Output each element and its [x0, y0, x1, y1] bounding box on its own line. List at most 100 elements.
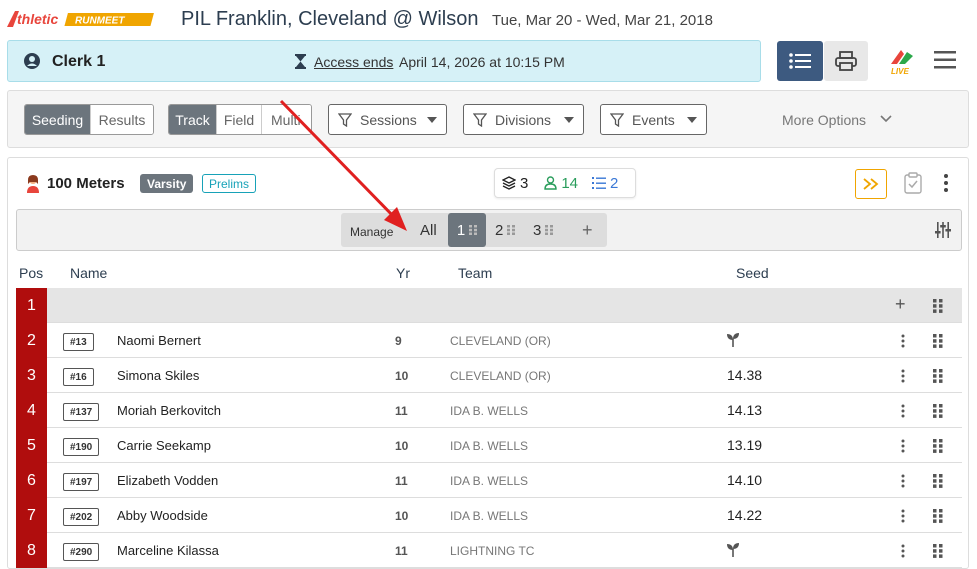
table-row[interactable]: 8 #290 Marceline Kilassa 11 LIGHTNING TC	[16, 533, 962, 568]
tab-seeding[interactable]: Seeding	[25, 105, 91, 134]
seed-mark[interactable]: 13.19	[727, 437, 762, 453]
drag-handle-icon[interactable]	[933, 474, 943, 488]
more-vertical-icon[interactable]	[901, 509, 905, 523]
fast-forward-button[interactable]	[855, 169, 887, 199]
athlete-team: IDA B. WELLS	[450, 404, 529, 418]
heat-3-button[interactable]: 3	[533, 213, 554, 247]
add-athlete-button[interactable]: +	[895, 294, 906, 315]
table-row[interactable]: 3 #16 Simona Skiles 10 CLEVELAND (OR) 14…	[16, 358, 962, 393]
more-options-button[interactable]: More Options	[782, 112, 866, 128]
filter-toolbar: Seeding Results Track Field Multi Sessio…	[7, 90, 969, 148]
grip-icon	[469, 225, 478, 235]
tab-results[interactable]: Results	[91, 105, 153, 134]
athlete-year: 11	[395, 404, 408, 418]
divisions-filter[interactable]: Divisions	[463, 104, 584, 135]
more-vertical-icon[interactable]	[901, 474, 905, 488]
table-header: Pos Name Yr Team Seed	[8, 261, 970, 286]
sliders-icon[interactable]	[935, 222, 951, 238]
sessions-filter-label: Sessions	[360, 111, 417, 128]
access-ends-value: April 14, 2026 at 10:15 PM	[399, 54, 565, 70]
column-header-name: Name	[70, 265, 108, 281]
table-row[interactable]: 4 #137 Moriah Berkovitch 11 IDA B. WELLS…	[16, 393, 962, 428]
layers-icon	[502, 176, 516, 190]
drag-handle-icon[interactable]	[933, 404, 943, 418]
svg-text:LIVE: LIVE	[891, 67, 909, 76]
divisions-filter-label: Divisions	[495, 111, 552, 128]
more-vertical-icon[interactable]	[901, 439, 905, 453]
tab-track[interactable]: Track	[169, 105, 217, 134]
table-row[interactable]: 6 #197 Elizabeth Vodden 11 IDA B. WELLS …	[16, 463, 962, 498]
live-logo-icon[interactable]: LIVE	[887, 46, 917, 76]
position-cell: 8	[16, 533, 47, 568]
table-row[interactable]: 2 #13 Naomi Bernert 9 CLEVELAND (OR)	[16, 323, 962, 358]
column-header-yr: Yr	[396, 265, 410, 281]
sprout-icon	[727, 543, 739, 557]
bib-number: #197	[63, 473, 100, 491]
drag-handle-icon[interactable]	[933, 334, 943, 348]
more-vertical-icon[interactable]	[943, 173, 949, 193]
drag-handle-icon[interactable]	[933, 369, 943, 383]
more-vertical-icon[interactable]	[901, 404, 905, 418]
heat-selector-bar: Manage All 1 2 3 +	[16, 209, 962, 251]
athlete-name[interactable]: Elizabeth Vodden	[117, 473, 218, 488]
more-vertical-icon[interactable]	[901, 334, 905, 348]
position-cell: 3	[16, 358, 47, 393]
seed-mark[interactable]: 14.13	[727, 402, 762, 418]
filter-icon	[473, 112, 487, 127]
drag-handle-icon[interactable]	[933, 509, 943, 523]
meet-dates: Tue, Mar 20 - Wed, Mar 21, 2018	[492, 12, 713, 29]
heat-all-button[interactable]: All	[420, 222, 437, 239]
print-button[interactable]	[824, 41, 868, 81]
table-row[interactable]: 1 +	[16, 288, 962, 323]
drag-handle-icon[interactable]	[933, 299, 943, 313]
chevron-down-icon[interactable]	[880, 113, 892, 125]
position-cell: 7	[16, 498, 47, 533]
drag-handle-icon[interactable]	[933, 544, 943, 558]
grip-icon	[507, 225, 516, 235]
entries-count-stat: 2	[592, 175, 618, 192]
athlete-name[interactable]: Moriah Berkovitch	[117, 403, 221, 418]
athletes-count-stat: 14	[544, 175, 578, 192]
seed-mark[interactable]: 14.38	[727, 367, 762, 383]
table-row[interactable]: 7 #202 Abby Woodside 10 IDA B. WELLS 14.…	[16, 498, 962, 533]
tab-multi[interactable]: Multi	[262, 105, 311, 134]
seed-mark[interactable]: 14.10	[727, 472, 762, 488]
tab-field[interactable]: Field	[217, 105, 262, 134]
athlete-name[interactable]: Marceline Kilassa	[117, 543, 219, 558]
more-vertical-icon[interactable]	[901, 544, 905, 558]
seed-mark[interactable]: 14.22	[727, 507, 762, 523]
hamburger-menu-icon[interactable]	[933, 49, 957, 71]
caret-down-icon	[427, 117, 437, 123]
table-row[interactable]: 5 #190 Carrie Seekamp 10 IDA B. WELLS 13…	[16, 428, 962, 463]
clipboard-check-icon[interactable]	[904, 172, 922, 194]
column-header-seed: Seed	[736, 265, 769, 281]
athlete-name[interactable]: Carrie Seekamp	[117, 438, 211, 453]
athlete-team: LIGHTNING TC	[450, 544, 535, 558]
event-panel: 100 Meters Varsity Prelims 3 14 2 Manage…	[7, 157, 969, 569]
division-badge: Varsity	[140, 174, 194, 193]
bib-number: #202	[63, 508, 100, 526]
more-vertical-icon[interactable]	[901, 369, 905, 383]
sessions-filter[interactable]: Sessions	[328, 104, 447, 135]
athlete-team: CLEVELAND (OR)	[450, 369, 551, 383]
athlete-name[interactable]: Abby Woodside	[117, 508, 208, 523]
athlete-name[interactable]: Naomi Bernert	[117, 333, 201, 348]
athletic-logo[interactable]: thletic RUNMEET	[7, 9, 157, 29]
access-ends-link[interactable]: Access ends	[314, 54, 393, 70]
access-colon: :	[388, 54, 392, 70]
add-heat-button[interactable]: +	[582, 220, 593, 241]
caret-down-icon	[564, 117, 574, 123]
heat-1-label: 1	[456, 221, 466, 239]
athlete-year: 10	[395, 369, 409, 383]
drag-handle-icon[interactable]	[933, 439, 943, 453]
heat-1-button[interactable]: 1	[448, 213, 486, 247]
hourglass-icon	[295, 54, 306, 69]
heat-2-label: 2	[495, 221, 504, 239]
fast-forward-icon	[863, 178, 879, 190]
list-view-button[interactable]	[777, 41, 823, 81]
page-header: thletic RUNMEET PIL Franklin, Cleveland …	[0, 0, 977, 40]
heat-2-button[interactable]: 2	[495, 213, 516, 247]
athlete-name[interactable]: Simona Skiles	[117, 368, 199, 383]
events-filter[interactable]: Events	[600, 104, 707, 135]
athletes-count: 14	[561, 174, 579, 192]
